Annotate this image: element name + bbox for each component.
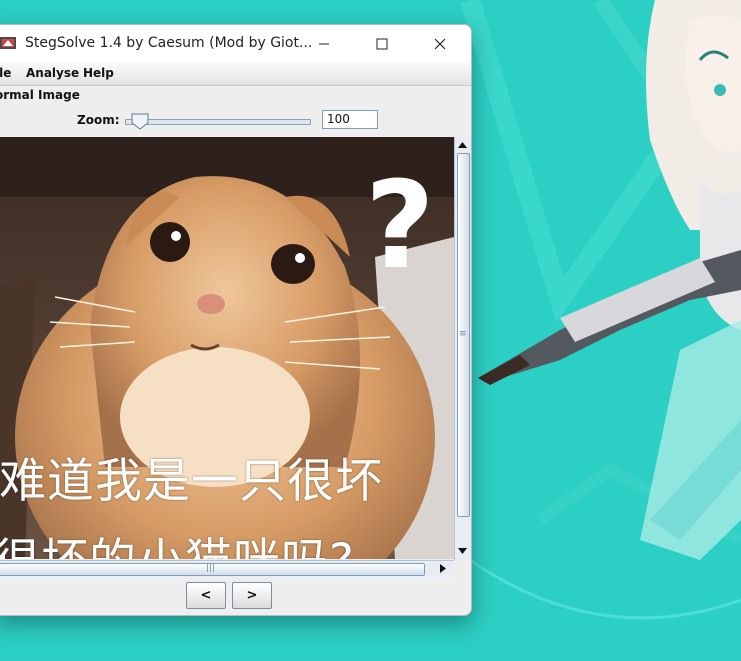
maximize-button[interactable] [359,25,405,62]
next-button[interactable]: > [232,582,272,609]
question-mark-overlay: ? [365,157,435,296]
maximize-icon [376,38,388,49]
horizontal-scroll-thumb[interactable]: ||| [0,563,425,576]
vertical-scrollbar[interactable]: ≡ [454,137,471,560]
window-title: StegSolve 1.4 by Caesum (Mod by Giot... [25,35,313,51]
scroll-right-button[interactable] [435,561,450,576]
vertical-scroll-thumb[interactable]: ≡ [457,153,470,517]
java-app-icon [0,37,16,49]
zoom-slider-track [125,119,311,125]
menu-file[interactable]: ile [0,66,11,80]
minimize-button[interactable] [301,25,347,62]
meme-caption-line2: 很坏的小猫咪吗? [0,522,355,559]
menu-bar: ile Analyse Help [0,62,471,86]
horizontal-scrollbar[interactable]: ||| [0,560,454,577]
scroll-grip-icon: ≡ [459,329,467,339]
image-viewport: ? 难道我是一只很坏 很坏的小猫咪吗? [0,137,454,559]
zoom-value-field[interactable]: 100 [322,110,378,129]
previous-button[interactable]: < [186,582,226,609]
arrow-down-icon [458,547,467,554]
zoom-label: Zoom: [77,113,120,127]
zoom-slider-thumb[interactable] [131,113,149,130]
zoom-slider[interactable] [123,111,313,131]
menu-help[interactable]: Help [83,66,114,80]
meme-caption-line1: 难道我是一只很坏 [0,454,383,509]
minimize-icon [319,43,329,44]
menu-analyse[interactable]: Analyse [26,66,79,80]
arrow-right-icon [439,564,446,573]
scroll-grip-icon: ||| [206,563,216,573]
stegsolve-window: StegSolve 1.4 by Caesum (Mod by Giot... … [0,24,472,616]
close-icon [434,38,446,49]
arrow-up-icon [458,141,467,148]
image-mode-label: ormal Image [0,88,80,102]
close-button[interactable] [417,25,463,62]
title-bar[interactable]: StegSolve 1.4 by Caesum (Mod by Giot... [0,25,471,62]
scroll-down-button[interactable] [455,543,470,558]
scroll-up-button[interactable] [455,137,470,152]
